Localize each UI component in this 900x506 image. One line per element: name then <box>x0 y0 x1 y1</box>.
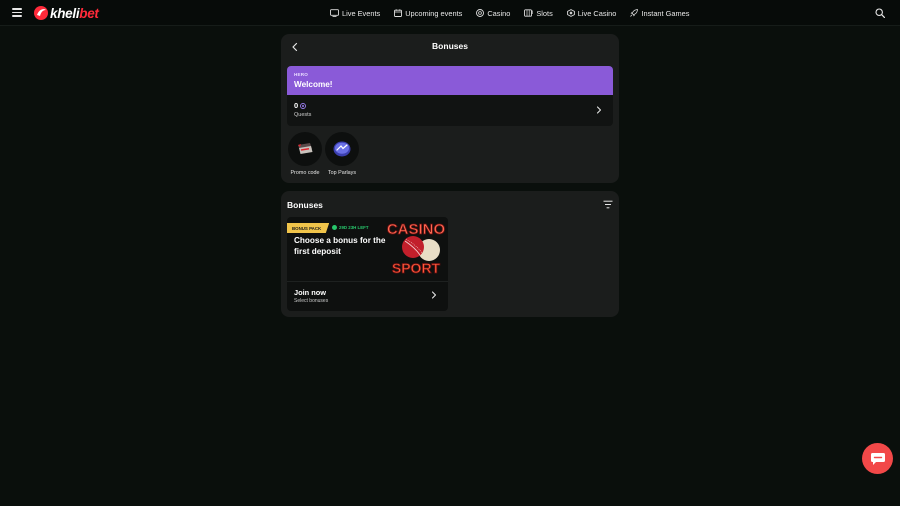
tv-icon <box>330 9 339 17</box>
hero-banner: HERO Welcome! <box>287 66 613 95</box>
casino-chip-icon <box>476 9 485 17</box>
chevron-right-icon <box>596 106 602 114</box>
panel-header: Bonuses <box>281 34 619 60</box>
casino-sport-art: CASINO SPORT <box>386 221 446 277</box>
page-title: Bonuses <box>432 41 468 51</box>
nav-instant-games[interactable]: Instant Games <box>630 9 689 18</box>
bonus-timer: 29D 23H LEFT <box>332 225 369 230</box>
art-text-bottom: SPORT <box>392 260 441 276</box>
nav-label: Instant Games <box>641 8 690 18</box>
nav-live-casino[interactable]: Live Casino <box>566 8 617 18</box>
clock-icon <box>332 225 337 230</box>
nav-upcoming-events[interactable]: Upcoming events <box>394 9 462 18</box>
live-casino-icon <box>566 9 575 17</box>
promo-code-circle <box>288 132 322 166</box>
nav-slots[interactable]: Slots <box>524 8 553 18</box>
search-icon[interactable] <box>875 8 885 18</box>
section-title: Bonuses <box>287 200 323 210</box>
nav-label: Live Events <box>342 8 381 18</box>
bonus-list-panel: Bonuses BONUS PACK 29D 23H LEFT Choose a… <box>281 191 619 317</box>
card-divider <box>287 281 448 282</box>
quest-coin-icon <box>300 102 307 109</box>
quest-count-row: 0 <box>294 101 307 110</box>
top-parlays-circle <box>325 132 359 166</box>
chevron-right-icon <box>431 291 437 299</box>
hero-title: Welcome! <box>294 80 333 89</box>
logo-text: khelibet <box>50 5 99 21</box>
quests-label: Quests <box>294 112 312 118</box>
bonuses-panel: Bonuses HERO Welcome! 0 Quests Promo cod… <box>281 34 619 183</box>
logo-mark-icon <box>34 6 48 20</box>
bonus-headline: Choose a bonus for the first deposit <box>294 236 386 256</box>
main-nav: Live Events Upcoming events Casino Slots… <box>330 0 703 26</box>
art-text-top: CASINO <box>387 221 446 238</box>
shortcut-label: Top Parlays <box>327 170 357 176</box>
hero-label: HERO <box>294 72 309 77</box>
site-logo[interactable]: khelibet <box>33 5 99 21</box>
nav-casino[interactable]: Casino <box>476 9 510 18</box>
nav-label: Casino <box>487 8 511 18</box>
bonus-badge: BONUS PACK <box>287 223 330 233</box>
nav-live-events[interactable]: Live Events <box>330 9 380 18</box>
select-bonuses-label: Select bonuses <box>294 298 329 304</box>
menu-icon[interactable] <box>12 8 22 17</box>
top-parlays-shortcut[interactable]: Top Parlays <box>324 132 360 176</box>
chat-support-button[interactable] <box>862 443 893 474</box>
quest-count: 0 <box>294 101 299 110</box>
filter-icon[interactable] <box>603 200 613 209</box>
top-bar: khelibet Live Events Upcoming events Cas… <box>0 0 900 26</box>
nav-label: Live Casino <box>577 8 617 18</box>
nav-label: Slots <box>536 8 553 18</box>
timer-text: 29D 23H LEFT <box>339 225 369 230</box>
top-parlays-icon <box>333 141 351 157</box>
nav-label: Upcoming events <box>405 8 463 18</box>
slot-machine-icon <box>524 9 533 17</box>
chat-bubble-icon <box>870 452 885 465</box>
calendar-icon <box>394 9 403 17</box>
promo-ticket-icon <box>298 143 313 154</box>
bonus-pack-card[interactable]: BONUS PACK 29D 23H LEFT Choose a bonus f… <box>287 217 448 311</box>
rocket-icon <box>630 9 639 17</box>
hero-quests-card[interactable]: HERO Welcome! 0 Quests <box>287 66 613 126</box>
join-now-label: Join now <box>294 288 327 297</box>
